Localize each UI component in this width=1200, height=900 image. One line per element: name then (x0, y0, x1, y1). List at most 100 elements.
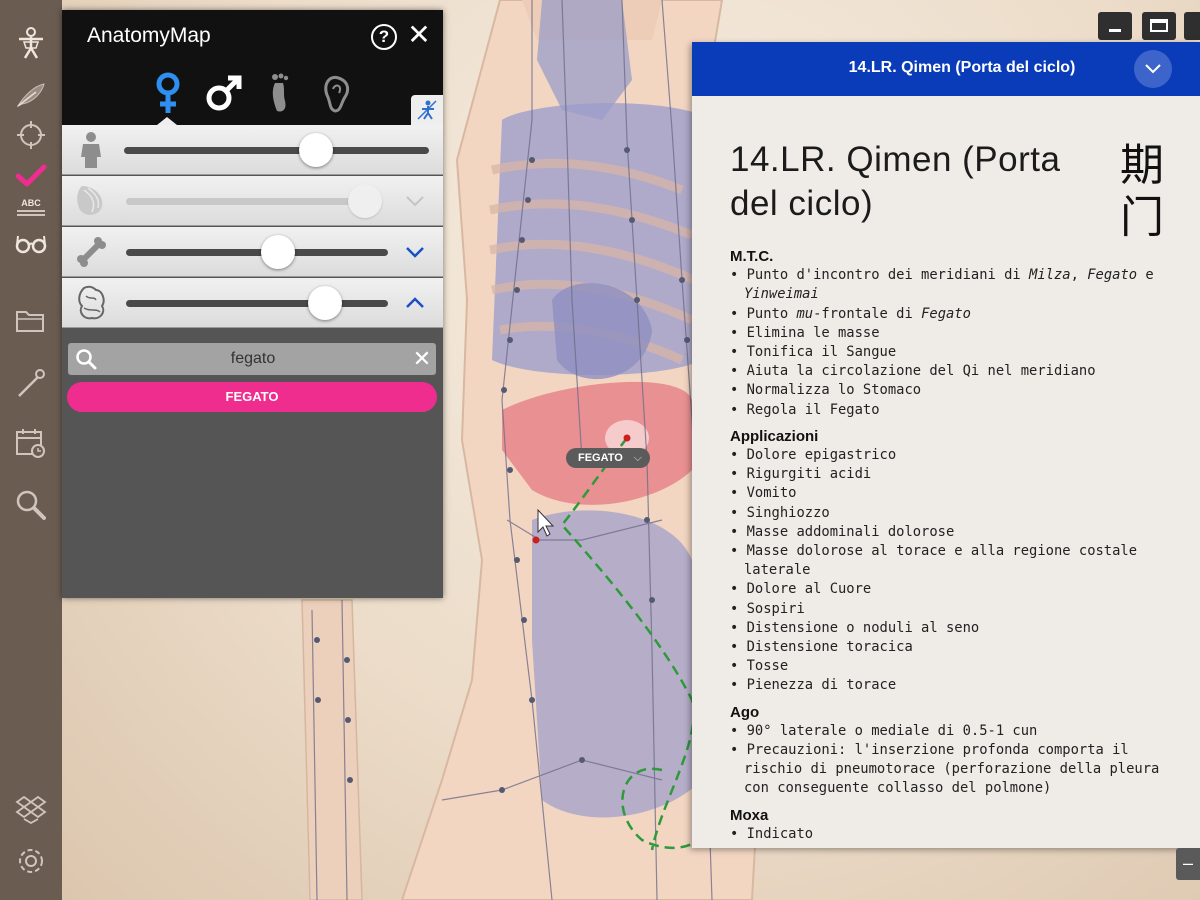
list-item: Pienezza di torace (730, 676, 1180, 695)
close-button[interactable]: ✕ (406, 20, 432, 50)
restore-button[interactable] (1142, 12, 1176, 40)
list-item: Precauzioni: l'inserzione profonda compo… (730, 741, 1180, 799)
anatomy-figure-icon[interactable] (12, 24, 50, 62)
abc-label-icon[interactable]: ABC (12, 194, 50, 218)
search-input[interactable] (108, 345, 398, 373)
layer-row-organs (62, 278, 443, 328)
tab-male[interactable] (202, 68, 246, 118)
panel-resize-button[interactable]: – (1176, 848, 1200, 880)
slider-knob-skin[interactable] (299, 133, 334, 167)
list-item: Aiuta la circolazione del Qi nel meridia… (730, 362, 1180, 381)
info-header-title: 14.LR. Qimen (Porta del ciclo) (848, 59, 1076, 76)
arm (301, 599, 363, 900)
chinese-characters: 期门 (1120, 140, 1164, 243)
search-box: ✕ (68, 343, 436, 375)
slider-knob-muscles (348, 184, 383, 218)
slider-knob-organs[interactable] (308, 286, 343, 320)
liver-highlight (502, 381, 692, 505)
chevron-down-icon (406, 247, 424, 258)
list-item: Elimina le masse (730, 324, 1180, 343)
list-item: Tonifica il Sangue (730, 343, 1180, 362)
ear-icon (324, 76, 350, 113)
list-item: Punto d'incontro dei meridiani di Milza,… (730, 266, 1180, 304)
help-button[interactable]: ? (371, 24, 397, 50)
search-icon (76, 349, 97, 370)
chevron-down-icon: ⌵ (633, 452, 642, 464)
chevron-up-icon (406, 297, 424, 308)
list-item: Rigurgiti acidi (730, 465, 1180, 484)
chevron-up-button[interactable] (402, 290, 428, 316)
list-item: Vomito (730, 484, 1180, 503)
panel-title: AnatomyMap (87, 24, 211, 47)
list-item: Tosse (730, 657, 1180, 676)
muscle-icon[interactable] (72, 182, 110, 220)
selected-point-marker[interactable] (532, 536, 540, 544)
body-silhouette-icon[interactable] (72, 131, 110, 169)
feather-icon[interactable] (12, 76, 50, 114)
checkmark-icon[interactable] (12, 156, 50, 194)
list-item: Punto mu-frontale di Fegato (730, 305, 1180, 324)
info-panel: 14.LR. Qimen (Porta del ciclo) 14.LR. Qi… (692, 42, 1200, 848)
organ-label-text: FEGATO (578, 452, 623, 464)
organs-icon[interactable] (72, 284, 110, 322)
minimize-icon (1109, 29, 1121, 32)
chevron-down-icon (1145, 64, 1161, 74)
window-close-button[interactable] (1184, 12, 1200, 40)
minimize-button[interactable] (1098, 12, 1132, 40)
list-item: Normalizza lo Stomaco (730, 381, 1180, 400)
list-item: Distensione toracica (730, 638, 1180, 657)
list-item: Dolore epigastrico (730, 446, 1180, 465)
list-item: Sospiri (730, 600, 1180, 619)
layer-slider-skin[interactable] (124, 147, 429, 154)
glasses-icon[interactable] (12, 224, 50, 262)
xray-toggle-button[interactable] (411, 95, 443, 125)
collapse-button[interactable] (1134, 50, 1172, 88)
organ-label[interactable]: FEGATO ⌵ (566, 448, 650, 468)
target-icon[interactable] (12, 116, 50, 154)
list-item: Dolore al Cuore (730, 580, 1180, 599)
male-symbol-icon (206, 75, 242, 111)
foot-icon (272, 73, 289, 112)
section-title-mtc: M.T.C. (730, 248, 774, 265)
info-header: 14.LR. Qimen (Porta del ciclo) (692, 42, 1200, 96)
list-item: Masse dolorose al torace e alla regione … (730, 542, 1180, 580)
tab-female[interactable] (146, 68, 190, 118)
calendar-icon[interactable] (12, 424, 50, 462)
layer-slider-muscles (126, 198, 370, 205)
xray-figure-icon (417, 100, 437, 120)
left-toolbar: ABC (0, 0, 62, 900)
intestines (532, 510, 702, 818)
list-item: Regola il Fegato (730, 401, 1180, 420)
point-title: 14.LR. Qimen (Porta del ciclo) (730, 140, 1061, 223)
chevron-down-icon (402, 188, 428, 214)
section-title-moxa: Moxa (730, 806, 769, 824)
chevron-down-button[interactable] (402, 239, 428, 265)
layer-slider-skeleton[interactable] (126, 249, 388, 256)
section-title-ago: Ago (730, 703, 760, 721)
folder-icon[interactable] (12, 302, 50, 340)
tab-indicator (157, 117, 177, 125)
search-clear-button[interactable]: ✕ (410, 345, 434, 373)
anatomy-panel: AnatomyMap ? ✕ fegato ✕ FEGATO (62, 10, 443, 598)
tab-foot[interactable] (258, 68, 302, 118)
magnifier-icon[interactable] (12, 486, 50, 524)
layer-slider-organs[interactable] (126, 300, 388, 307)
panel-header: AnatomyMap ? ✕ (62, 10, 443, 125)
search-result-item[interactable]: FEGATO (67, 382, 437, 412)
tab-ear[interactable] (314, 68, 358, 118)
needle-icon[interactable] (12, 364, 50, 402)
slider-knob-skeleton[interactable] (260, 235, 295, 269)
liver-point-marker[interactable] (623, 434, 631, 442)
list-item: 90° laterale o mediale di 0.5-1 cun (730, 722, 1180, 741)
female-symbol-icon (156, 72, 180, 113)
bone-icon[interactable] (72, 233, 110, 271)
layer-row-skin (62, 125, 443, 175)
layer-row-muscles (62, 176, 443, 226)
section-title-applicazioni: Applicazioni (730, 427, 819, 445)
settings-icon[interactable] (12, 842, 50, 880)
layer-row-skeleton (62, 227, 443, 277)
window-icon (1150, 19, 1168, 32)
svg-text:ABC: ABC (21, 198, 41, 208)
list-item: Singhiozzo (730, 504, 1180, 523)
dropbox-icon[interactable] (12, 790, 50, 828)
